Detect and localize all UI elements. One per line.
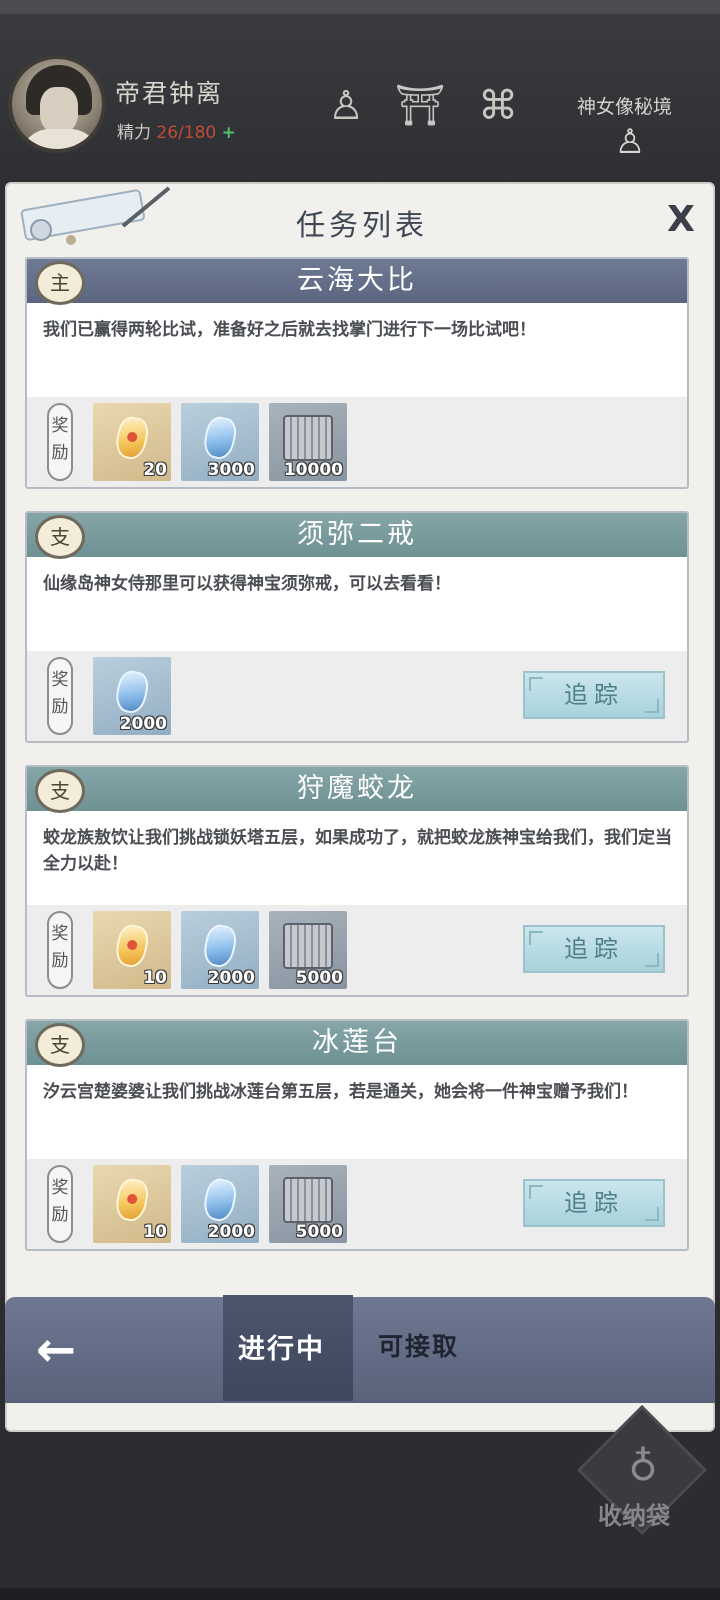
reward-row: 奖励 2000 追踪	[27, 651, 687, 741]
quest-title: 冰莲台	[27, 1021, 687, 1065]
secret-realm-label[interactable]: 神女像秘境	[577, 92, 672, 119]
reward-quantity: 5000	[295, 1222, 343, 1242]
quest-card[interactable]: 云海大比 主 我们已赢得两轮比试，准备好之后就去找掌门进行下一场比试吧！ 奖励 …	[25, 257, 689, 489]
quest-title: 云海大比	[27, 259, 687, 303]
side-quest-badge: 支	[35, 1023, 85, 1067]
blue-crystal-icon	[200, 922, 240, 970]
tab-bar: ← 进行中 可接取	[5, 1295, 715, 1403]
reward-quantity: 3000	[207, 460, 255, 480]
reward-label: 奖励	[47, 403, 73, 481]
quest-card[interactable]: 狩魔蛟龙 支 蛟龙族敖饮让我们挑战锁妖塔五层，如果成功了，就把蛟龙族神宝给我们，…	[25, 765, 689, 997]
reward-quantity: 2000	[207, 1222, 255, 1242]
reward-row: 奖励 20 3000 10000	[27, 397, 687, 487]
quest-title: 狩魔蛟龙	[27, 767, 687, 811]
player-avatar[interactable]	[8, 55, 106, 153]
close-button[interactable]: X	[661, 200, 701, 240]
scroll-reward[interactable]: 10000	[269, 403, 347, 481]
quest-card[interactable]: 须弥二戒 支 仙缘岛神女侍那里可以获得神宝须弥戒，可以去看看！ 奖励 2000 …	[25, 511, 689, 743]
storage-bag-label[interactable]: 收纳袋	[598, 1496, 670, 1531]
side-quest-badge: 支	[35, 515, 85, 559]
main-quest-badge: 主	[35, 261, 85, 305]
storage-bag-icon: ♁	[628, 1444, 658, 1490]
scroll-icon	[283, 415, 333, 461]
status-strip	[0, 0, 720, 14]
stamina-display: 精力 26/180 +	[117, 118, 236, 143]
gold-gem-reward[interactable]: 10	[93, 1165, 171, 1243]
quest-description: 汐云宫楚婆婆让我们挑战冰莲台第五层，若是通关，她会将一件神宝赠予我们！	[43, 1082, 638, 1102]
reward-label: 奖励	[47, 657, 73, 735]
quest-description: 仙缘岛神女侍那里可以获得神宝须弥戒，可以去看看！	[43, 574, 451, 594]
scroll-map-icon[interactable]: ⌘	[470, 78, 526, 134]
tab-available[interactable]: 可接取	[378, 1327, 459, 1363]
blue-crystal-reward[interactable]: 3000	[181, 403, 259, 481]
reward-label: 奖励	[47, 1165, 73, 1243]
stamina-label: 精力	[117, 123, 151, 143]
gold-gem-reward[interactable]: 10	[93, 911, 171, 989]
stamina-value: 26/180	[156, 123, 217, 143]
side-quest-badge: 支	[35, 769, 85, 813]
quest-description: 我们已赢得两轮比试，准备好之后就去找掌门进行下一场比试吧！	[43, 320, 536, 340]
scroll-reward[interactable]: 5000	[269, 1165, 347, 1243]
stamina-plus-button[interactable]: +	[222, 123, 236, 143]
blue-crystal-icon	[200, 1176, 240, 1224]
statue-icon[interactable]: ♙	[610, 122, 650, 162]
track-button[interactable]: 追踪	[523, 925, 665, 973]
reward-quantity: 10	[143, 968, 167, 988]
nav-strip	[0, 1588, 720, 1600]
blue-crystal-icon	[112, 668, 152, 716]
statue-icon[interactable]: ♙	[318, 78, 374, 134]
player-name: 帝君钟离	[115, 79, 224, 108]
panel-title: 任务列表	[295, 208, 428, 242]
track-button[interactable]: 追踪	[523, 671, 665, 719]
pavilion-icon[interactable]: ⛩	[392, 78, 448, 134]
scroll-icon	[283, 923, 333, 969]
reward-label: 奖励	[47, 911, 73, 989]
blue-crystal-reward[interactable]: 2000	[181, 911, 259, 989]
tab-in-progress[interactable]: 进行中	[238, 1327, 325, 1366]
blue-crystal-icon	[200, 414, 240, 462]
quest-panel: 任务列表 X 云海大比 主 我们已赢得两轮比试，准备好之后就去找掌门进行下一场比…	[5, 182, 715, 1432]
gold-gem-reward[interactable]: 20	[93, 403, 171, 481]
reward-quantity: 2000	[207, 968, 255, 988]
quest-title: 须弥二戒	[27, 513, 687, 557]
reward-quantity: 2000	[119, 714, 167, 734]
reward-quantity: 10	[143, 1222, 167, 1242]
blue-crystal-reward[interactable]: 2000	[93, 657, 171, 735]
back-arrow-icon[interactable]: ←	[27, 1321, 85, 1379]
scroll-reward[interactable]: 5000	[269, 911, 347, 989]
reward-row: 奖励 10 2000 5000 追踪	[27, 1159, 687, 1249]
track-button[interactable]: 追踪	[523, 1179, 665, 1227]
reward-quantity: 20	[143, 460, 167, 480]
reward-row: 奖励 10 2000 5000 追踪	[27, 905, 687, 995]
quest-description: 蛟龙族敖饮让我们挑战锁妖塔五层，如果成功了，就把蛟龙族神宝给我们，我们定当全力以…	[43, 828, 672, 874]
reward-quantity: 5000	[295, 968, 343, 988]
blue-crystal-reward[interactable]: 2000	[181, 1165, 259, 1243]
gold-gem-icon	[112, 414, 152, 462]
quest-card[interactable]: 冰莲台 支 汐云宫楚婆婆让我们挑战冰莲台第五层，若是通关，她会将一件神宝赠予我们…	[25, 1019, 689, 1251]
gold-gem-icon	[112, 1176, 152, 1224]
reward-quantity: 10000	[283, 460, 343, 480]
gold-gem-icon	[112, 922, 152, 970]
scroll-icon	[283, 1177, 333, 1223]
